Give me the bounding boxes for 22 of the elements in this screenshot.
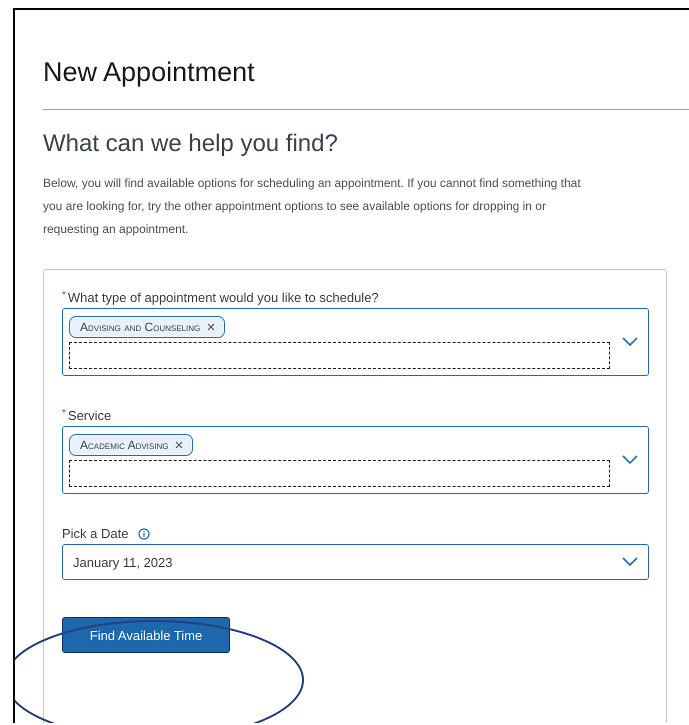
chip-label: Advising and Counseling (80, 320, 200, 334)
chip-label: Academic Advising (80, 438, 168, 452)
info-icon[interactable] (138, 528, 150, 540)
chevron-down-icon[interactable] (622, 455, 638, 465)
remove-icon[interactable] (207, 322, 216, 330)
find-available-time-button[interactable]: Find Available Time (62, 617, 230, 653)
chevron-down-icon[interactable] (622, 337, 638, 347)
search-input[interactable] (69, 342, 610, 368)
field-label: Pick a Date (62, 526, 128, 541)
remove-icon[interactable] (175, 440, 184, 448)
multiselect-field[interactable]: Academic Advising (62, 426, 649, 494)
search-input[interactable] (69, 460, 610, 486)
chevron-down-icon[interactable] (622, 557, 638, 567)
field-label: What type of appointment would you like to schedule? (68, 290, 379, 305)
required-mark: * (62, 408, 66, 419)
page-title: New Appointment (43, 56, 256, 89)
field-label: Service (68, 408, 112, 423)
multiselect-field[interactable]: Advising and Counseling (62, 308, 649, 376)
intro-text: Below, you will find available options for scheduling an appointment. If you cannot find something that you are looking for, try the other appointment options to see available options for dropping in or requesting an appointment. (43, 175, 582, 238)
required-mark: * (62, 290, 66, 301)
date-select[interactable]: January 11, 2023 (62, 544, 649, 580)
section-heading: What can we help you find? (43, 130, 339, 158)
